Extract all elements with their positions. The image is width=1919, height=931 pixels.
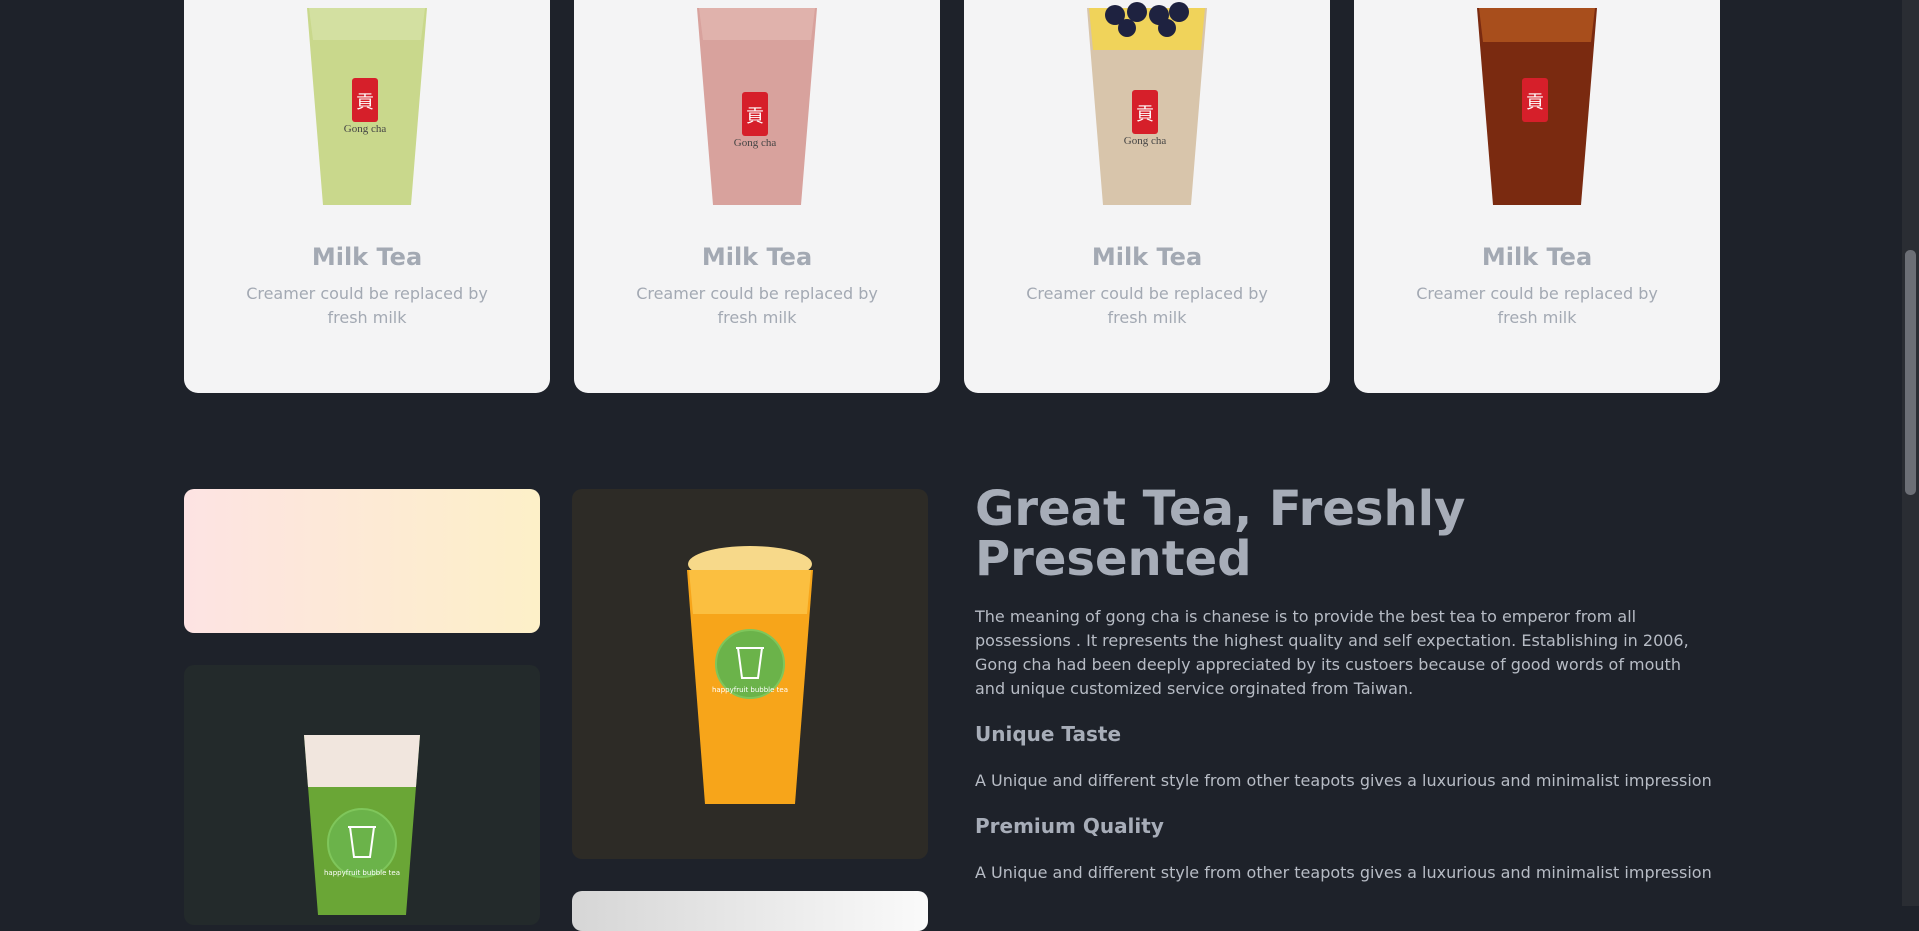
green-drink-tile: happyfruit bubble tea <box>184 665 540 925</box>
product-title: Milk Tea <box>1091 243 1203 271</box>
product-card[interactable]: 貢 Gong cha Milk Tea Creamer could be rep… <box>964 0 1330 393</box>
milk-tea-cup-image: 貢 Gong cha <box>1087 2 1207 205</box>
product-title: Milk Tea <box>311 243 423 271</box>
product-card[interactable]: 貢 Milk Tea Creamer could be replaced by … <box>1354 0 1720 393</box>
black-tea-cup-image: 貢 <box>1477 8 1597 205</box>
feature-description: A Unique and different style from other … <box>975 863 1712 882</box>
milk-tea-cup-image: 貢 Gong cha <box>697 8 817 205</box>
product-description: Creamer could be replaced by fresh milk <box>1416 284 1658 327</box>
milk-tea-cup-image: 貢 Gong cha <box>307 8 427 205</box>
scrollbar-thumb[interactable] <box>1905 250 1916 495</box>
product-card[interactable]: 貢 Gong cha Milk Tea Creamer could be rep… <box>184 0 550 393</box>
gradient-tile <box>184 489 540 633</box>
cup-brand-label: Gong cha <box>344 123 387 135</box>
cup-brand-label: Gong cha <box>1124 135 1167 147</box>
about-paragraph: The meaning of gong cha is chanese is to… <box>975 607 1689 698</box>
product-description: Creamer could be replaced by fresh milk <box>1026 284 1268 327</box>
about-heading: Great Tea, Freshly Presented <box>975 481 1466 587</box>
svg-text:貢: 貢 <box>1526 92 1544 113</box>
feature-title: Unique Taste <box>975 722 1122 746</box>
orange-drink-image: happyfruit bubble tea <box>687 546 813 804</box>
svg-text:貢: 貢 <box>356 92 374 113</box>
product-title: Milk Tea <box>701 243 813 271</box>
green-drink-image: happyfruit bubble tea <box>304 735 420 915</box>
badge-text: happyfruit bubble tea <box>712 686 788 694</box>
orange-drink-tile: happyfruit bubble tea <box>572 489 928 859</box>
light-tile <box>572 891 928 931</box>
svg-text:貢: 貢 <box>1136 104 1154 125</box>
cup-brand-label: Gong cha <box>734 137 777 149</box>
feature-description: A Unique and different style from other … <box>975 771 1712 790</box>
product-description: Creamer could be replaced by fresh milk <box>636 284 878 327</box>
vertical-scrollbar[interactable] <box>1902 0 1919 906</box>
svg-text:貢: 貢 <box>746 106 764 127</box>
badge-text: happyfruit bubble tea <box>324 869 400 877</box>
product-title: Milk Tea <box>1481 243 1593 271</box>
product-description: Creamer could be replaced by fresh milk <box>246 284 488 327</box>
product-card[interactable]: 貢 Gong cha Milk Tea Creamer could be rep… <box>574 0 940 393</box>
feature-title: Premium Quality <box>975 814 1164 838</box>
